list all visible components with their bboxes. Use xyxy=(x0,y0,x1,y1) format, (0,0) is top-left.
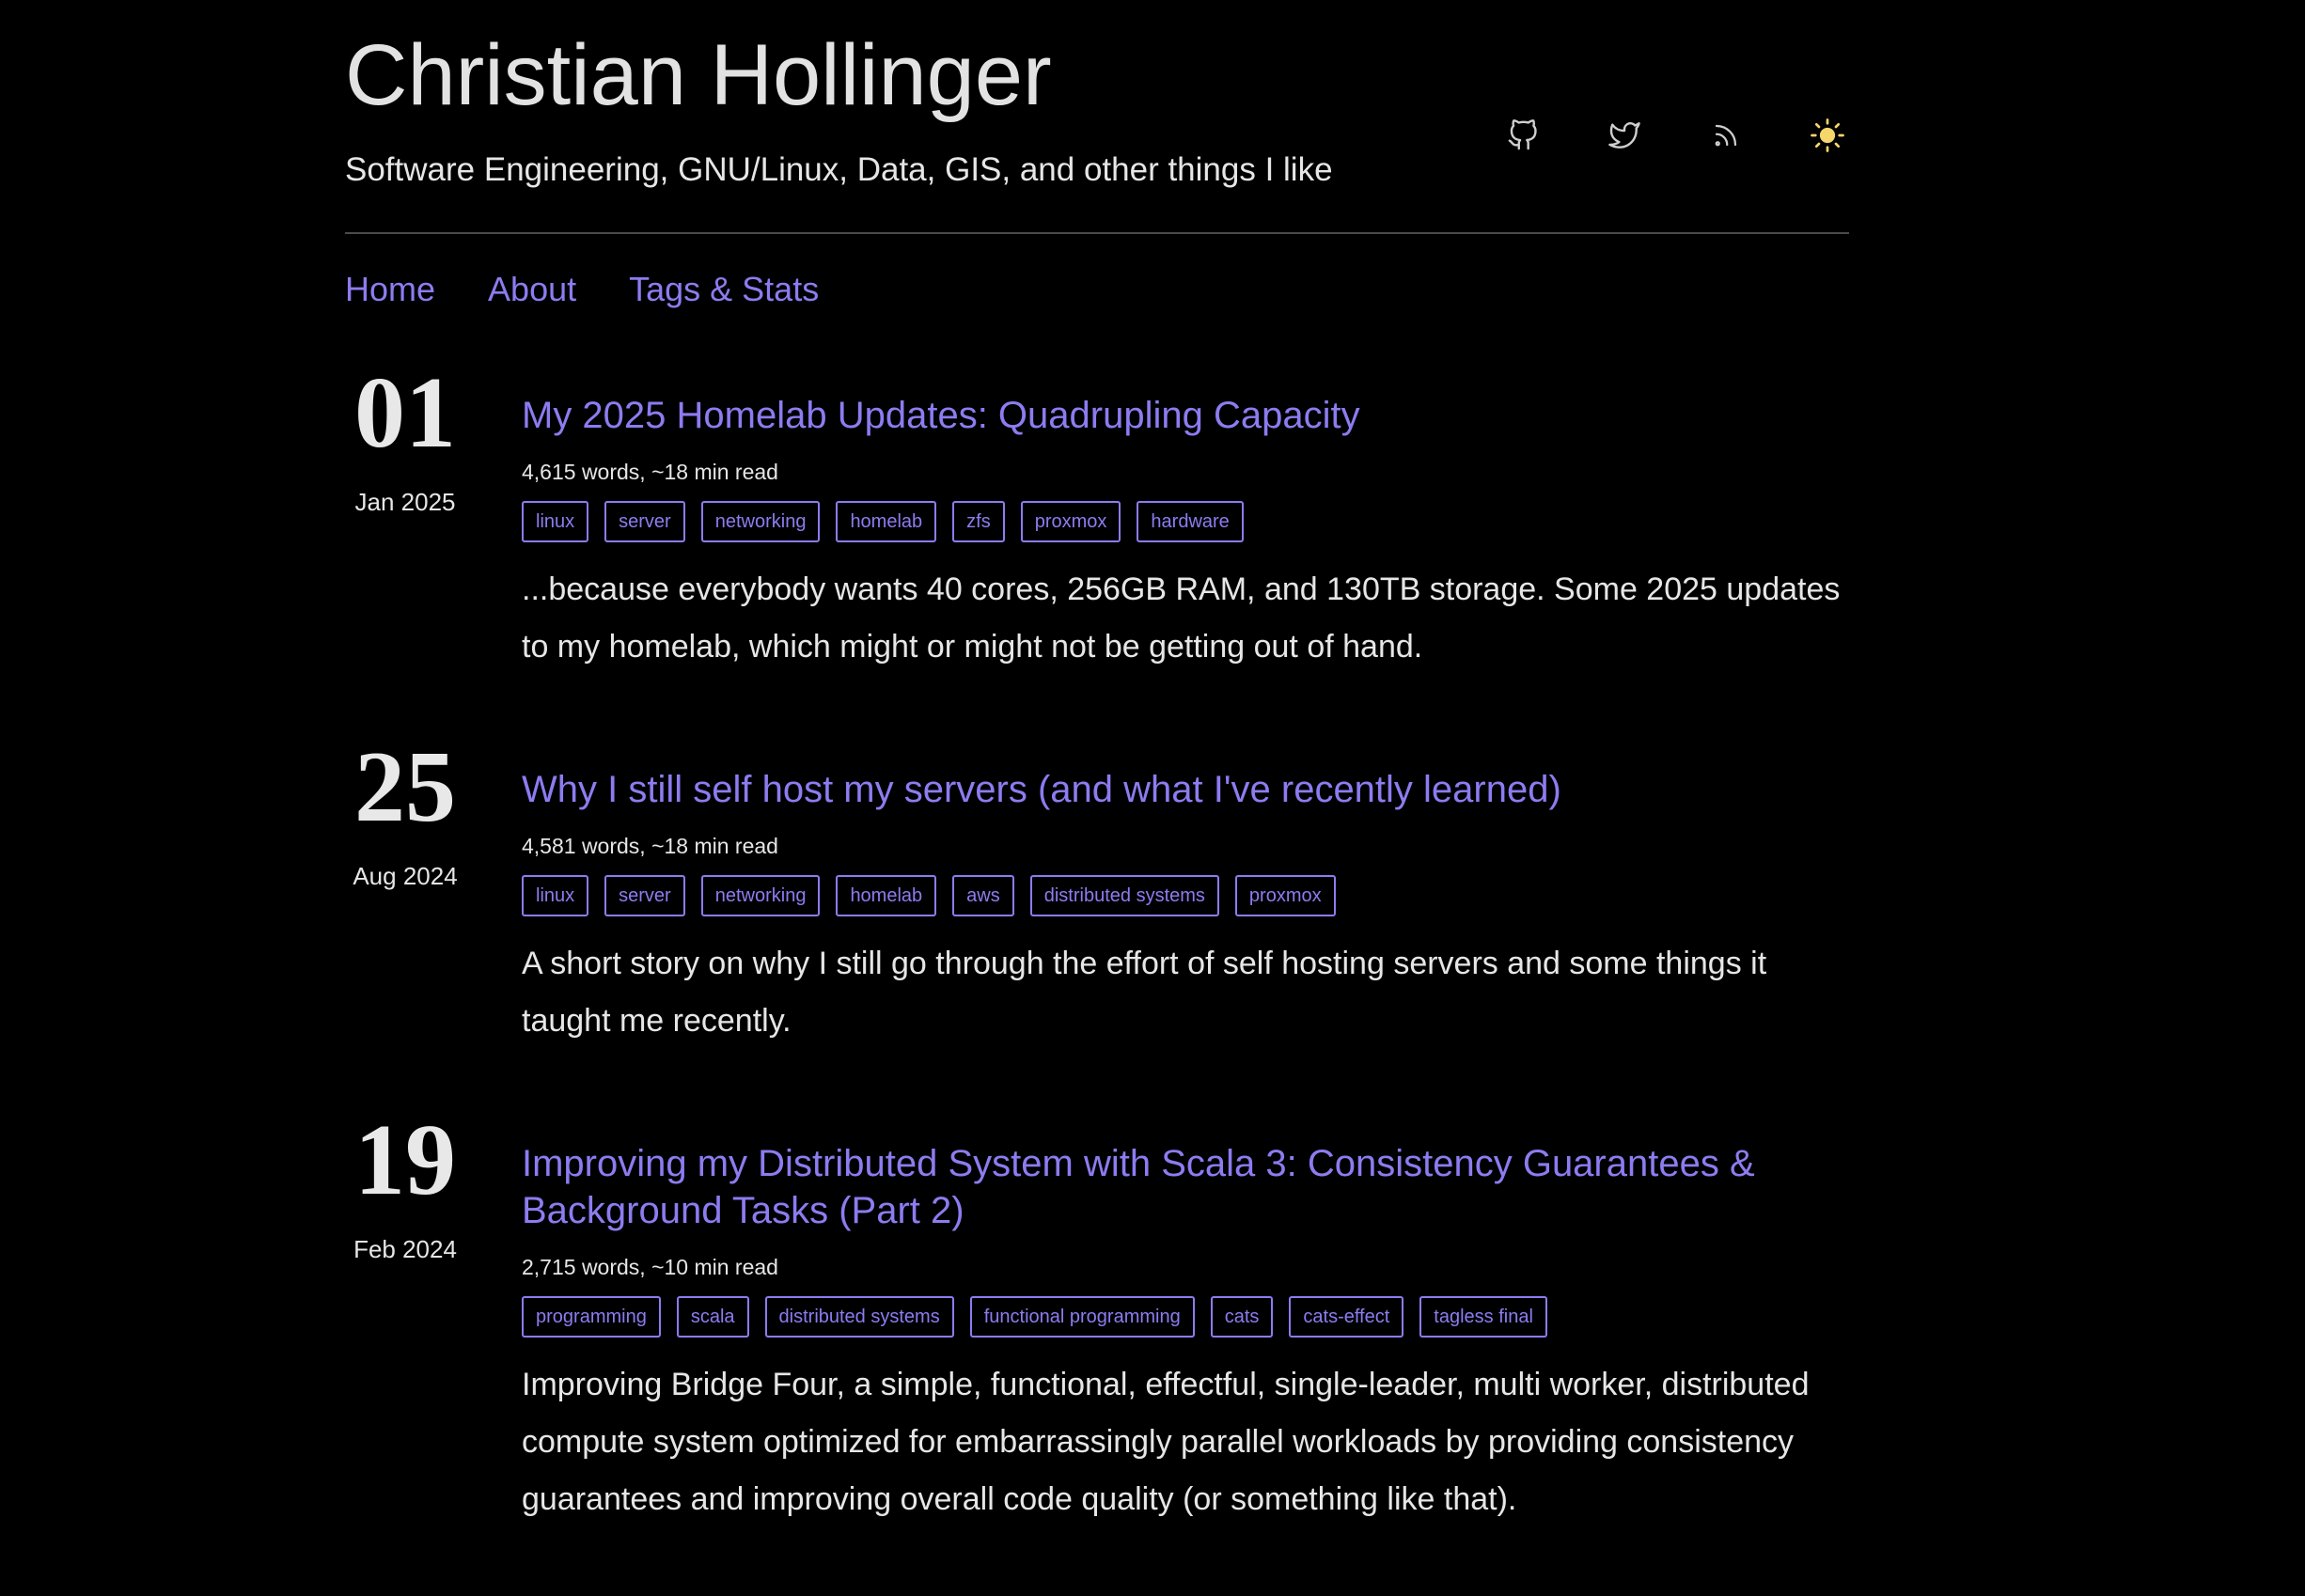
post-date-month-year: Feb 2024 xyxy=(353,1235,457,1263)
tag-link[interactable]: distributed systems xyxy=(764,1296,954,1338)
post-date-month-year: Aug 2024 xyxy=(353,862,458,890)
tag-link[interactable]: homelab xyxy=(836,875,937,916)
tag-link[interactable]: linux xyxy=(522,875,589,916)
tag-link[interactable]: cats xyxy=(1210,1296,1274,1338)
post-body: My 2025 Homelab Updates: Quadrupling Cap… xyxy=(522,392,1849,676)
post-summary: ...because everybody wants 40 cores, 256… xyxy=(522,571,1841,665)
post-body: Why I still self host my servers (and wh… xyxy=(522,766,1849,1050)
header-divider xyxy=(345,232,1849,234)
tag-link[interactable]: server xyxy=(604,501,685,542)
rss-icon[interactable] xyxy=(1703,113,1748,158)
post-tags: programming scala distributed systems funct… xyxy=(522,1296,1849,1338)
tag-link[interactable]: networking xyxy=(700,501,821,542)
tag-link[interactable]: linux xyxy=(522,501,589,542)
twitter-icon[interactable] xyxy=(1602,113,1647,158)
post-title-link[interactable]: Why I still self host my servers (and wh… xyxy=(522,766,1849,813)
tag-link[interactable]: zfs xyxy=(952,501,1005,542)
main-nav: Home About Tags & Stats xyxy=(345,266,871,313)
tag-link[interactable]: programming xyxy=(522,1296,661,1338)
post-tags: linux server networking homelab zfs proxmox ha… xyxy=(522,501,1849,542)
tag-link[interactable]: tagless final xyxy=(1419,1296,1547,1338)
github-icon[interactable] xyxy=(1500,113,1545,158)
post-summary: Improving Bridge Four, a simple, functio… xyxy=(522,1367,1810,1517)
tag-link[interactable]: homelab xyxy=(836,501,937,542)
post-summary: A short story on why I still go through … xyxy=(522,946,1767,1039)
post-meta: 4,615 words, ~18 min read xyxy=(522,460,778,484)
site-title[interactable]: Christian Hollinger xyxy=(345,28,1052,122)
post-date-day: 25 xyxy=(354,731,456,843)
post-date-month-year: Jan 2025 xyxy=(354,488,456,516)
post-title-link[interactable]: Improving my Distributed System with Sca… xyxy=(522,1140,1849,1234)
post-body: Improving my Distributed System with Sca… xyxy=(522,1140,1849,1528)
post-tags: linux server networking homelab aws distribut… xyxy=(522,875,1849,916)
nav-home-link[interactable]: Home xyxy=(345,266,435,313)
tag-link[interactable]: cats-effect xyxy=(1289,1296,1404,1338)
nav-about-link[interactable]: About xyxy=(488,266,576,313)
tag-link[interactable]: scala xyxy=(676,1296,749,1338)
post-date-day: 19 xyxy=(354,1104,456,1216)
tag-link[interactable]: proxmox xyxy=(1234,875,1336,916)
nav-tags-stats-link[interactable]: Tags & Stats xyxy=(629,266,819,313)
post-meta: 4,581 words, ~18 min read xyxy=(522,834,778,858)
post-date-day: 01 xyxy=(354,357,456,469)
post-title-link[interactable]: My 2025 Homelab Updates: Quadrupling Cap… xyxy=(522,392,1849,439)
tag-link[interactable]: hardware xyxy=(1137,501,1244,542)
tag-link[interactable]: aws xyxy=(952,875,1014,916)
header-icons xyxy=(345,113,1849,158)
tag-link[interactable]: functional programming xyxy=(969,1296,1195,1338)
tag-link[interactable]: server xyxy=(604,875,685,916)
tag-link[interactable]: proxmox xyxy=(1020,501,1121,542)
tag-link[interactable]: distributed systems xyxy=(1029,875,1219,916)
sun-icon[interactable] xyxy=(1805,113,1850,158)
post-meta: 2,715 words, ~10 min read xyxy=(522,1255,778,1279)
tag-link[interactable]: networking xyxy=(700,875,821,916)
